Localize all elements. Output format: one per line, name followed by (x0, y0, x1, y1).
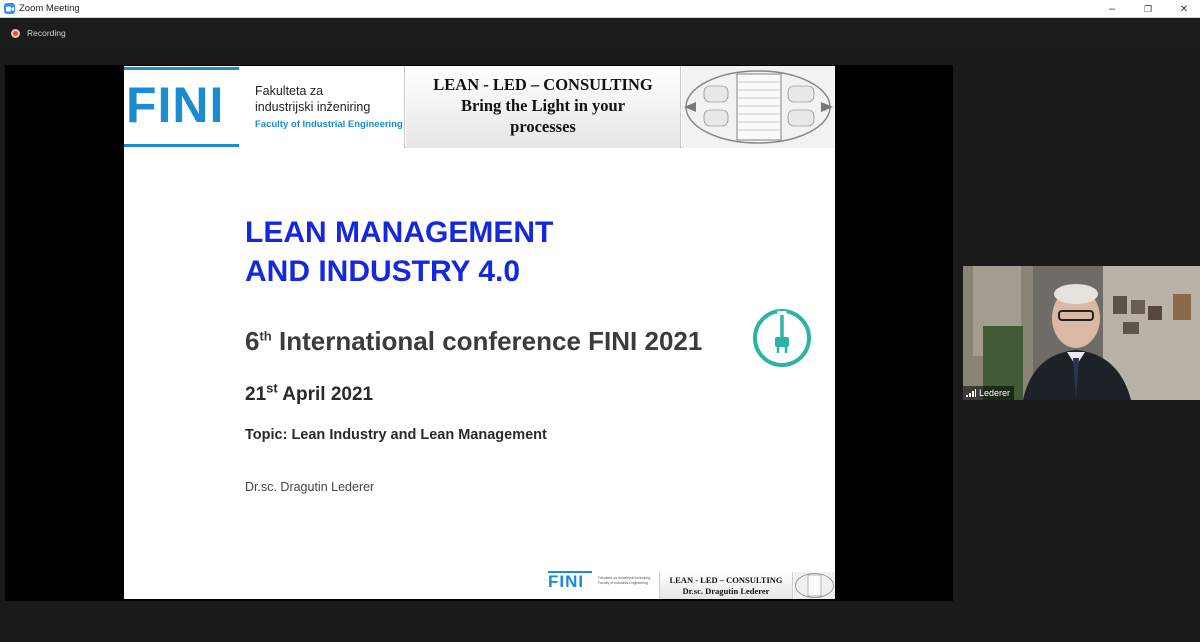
footer-consulting-banner: LEAN - LED – CONSULTING Dr.sc. Dragutin … (659, 572, 793, 599)
minimize-icon: – (1108, 3, 1116, 15)
close-icon: ✕ (1179, 3, 1189, 15)
window-title: Zoom Meeting (19, 3, 80, 14)
zoom-app-icon (4, 3, 15, 14)
slide-header: FINI Fakulteta za industrijski inženirin… (124, 66, 835, 148)
consulting-title: LEAN - LED – CONSULTING (433, 75, 653, 94)
faculty-name-line2: industrijski inženiring (255, 100, 371, 114)
maximize-button[interactable]: ❐ (1130, 0, 1166, 18)
conference-date: 21st April 2021 (245, 380, 374, 407)
slide-title-line2: AND INDUSTRY 4.0 (245, 255, 521, 288)
consulting-slogan-line1: Bring the Light in your (460, 96, 626, 115)
close-button[interactable]: ✕ (1166, 0, 1200, 18)
footer-diagram-image (794, 572, 835, 599)
presentation-slide: FINI Fakulteta za industrijski inženirin… (124, 66, 835, 599)
topic-line: Topic: Lean Industry and Lean Management (245, 427, 547, 443)
power-plug-icon (751, 307, 813, 369)
minimize-button[interactable]: – (1094, 0, 1130, 18)
conference-ordinal: th (259, 328, 272, 344)
recording-icon[interactable] (11, 28, 20, 38)
footer-fini-logo: FINI (548, 572, 585, 591)
faculty-name-english: Faculty of Industrial Engineering (255, 119, 403, 130)
conference-text: International conference FINI 2021 (271, 326, 703, 356)
footer-author: Dr.sc. Dragutin Lederer (682, 586, 770, 596)
recording-label[interactable]: Recording (27, 28, 66, 38)
restore-icon: ❐ (1143, 3, 1153, 14)
fini-logo: FINI (126, 77, 225, 133)
signal-strength-icon (966, 389, 976, 397)
faculty-logo-block: FINI Fakulteta za industrijski inženirin… (124, 66, 405, 148)
lean-diagram-image (682, 66, 835, 148)
faculty-name-line1: Fakulteta za (255, 84, 324, 98)
footer-faculty-name: Fakulteta za industrijski inženiring Fac… (598, 576, 651, 585)
footer-consulting-title: LEAN - LED – CONSULTING (669, 575, 783, 585)
consulting-slogan-line2: processes (510, 117, 576, 136)
window-titlebar: Zoom Meeting – ❐ ✕ (0, 0, 1200, 18)
logo-bottom-rule (124, 144, 239, 147)
participant-name-tag: Lederer (963, 386, 1015, 400)
recording-bar: Recording (0, 18, 1200, 48)
participant-video-tile[interactable] (963, 266, 1200, 400)
slide-title-line1: LEAN MANAGEMENT (245, 216, 554, 249)
conference-number: 6 (245, 326, 260, 356)
author-line: Dr.sc. Dragutin Lederer (245, 480, 375, 494)
date-day: 21 (245, 384, 267, 405)
participant-name: Lederer (979, 388, 1011, 398)
date-ordinal: st (266, 380, 278, 396)
conference-line: 6th International conference FINI 2021 (245, 324, 702, 358)
logo-top-rule (124, 67, 239, 70)
date-rest: April 2021 (277, 384, 374, 405)
consulting-banner: LEAN - LED – CONSULTING Bring the Light … (406, 66, 681, 148)
